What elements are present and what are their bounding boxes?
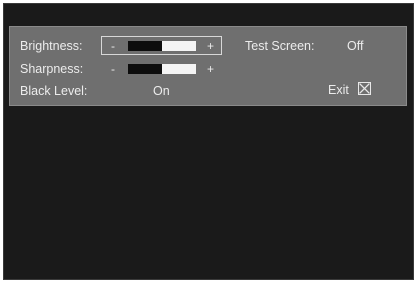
sharpness-increase-button[interactable]: + bbox=[207, 62, 214, 76]
brightness-slider-track[interactable] bbox=[128, 41, 196, 51]
black-level-label: Black Level: bbox=[20, 84, 88, 98]
sharpness-slider-track[interactable] bbox=[128, 64, 196, 74]
sharpness-slider-fill bbox=[128, 64, 162, 74]
test-screen-value[interactable]: Off bbox=[347, 39, 363, 53]
sharpness-decrease-button[interactable]: - bbox=[111, 62, 115, 76]
brightness-label: Brightness: bbox=[20, 39, 83, 53]
brightness-decrease-button[interactable]: - bbox=[111, 39, 115, 53]
close-box-icon[interactable] bbox=[358, 82, 371, 95]
sharpness-label: Sharpness: bbox=[20, 62, 84, 76]
test-screen-label: Test Screen: bbox=[245, 39, 315, 53]
brightness-slider-fill bbox=[128, 41, 162, 51]
exit-label[interactable]: Exit bbox=[328, 83, 349, 97]
black-level-value[interactable]: On bbox=[153, 84, 170, 98]
brightness-increase-button[interactable]: + bbox=[207, 39, 214, 53]
